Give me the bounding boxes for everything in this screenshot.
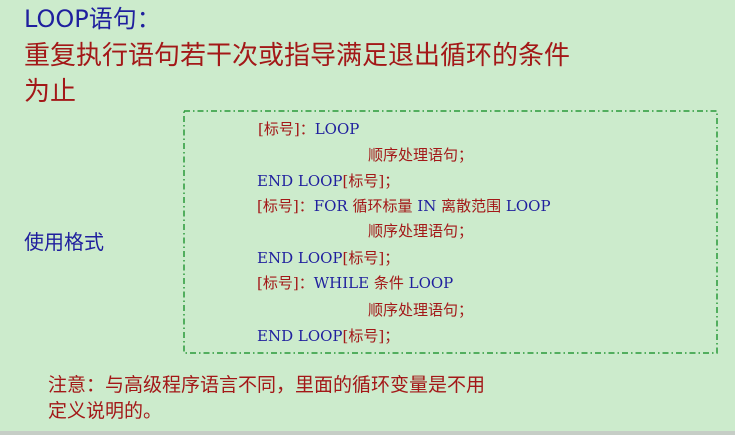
code-line-5: 顺序处理语句； xyxy=(368,221,473,241)
code-label: [标号]： xyxy=(257,274,314,292)
code-line-6: END LOOP[标号]； xyxy=(257,248,399,268)
code-statement: 顺序处理语句； xyxy=(368,301,474,319)
code-keyword: WHILE xyxy=(313,274,374,292)
code-line-2: 顺序处理语句； xyxy=(368,145,473,165)
note-line-2: 定义说明的。 xyxy=(48,400,163,422)
code-text: 循环标量 xyxy=(352,197,418,215)
code-keyword: FOR xyxy=(313,197,353,215)
code-statement: 顺序处理语句； xyxy=(368,222,474,240)
slide: LOOP语句： 重复执行语句若干次或指导满足退出循环的条件 为止 使用格式 [标… xyxy=(0,0,735,435)
code-line-8: 顺序处理语句； xyxy=(368,300,473,320)
code-label: [标号]； xyxy=(342,172,400,190)
code-label: [标号]； xyxy=(342,327,400,345)
syntax-box: [标号]：LOOP 顺序处理语句； END LOOP[标号]； [标号]：FOR… xyxy=(183,110,718,354)
code-text: 条件 xyxy=(373,274,409,292)
code-keyword: END LOOP xyxy=(257,249,343,267)
code-label: [标号]： xyxy=(258,120,315,138)
code-keyword: LOOP xyxy=(408,274,454,292)
code-line-4: [标号]：FOR 循环标量 IN 离散范围 LOOP xyxy=(257,196,551,216)
code-label: [标号]； xyxy=(342,249,400,267)
code-line-9: END LOOP[标号]； xyxy=(257,326,399,346)
code-keyword: LOOP xyxy=(314,120,360,138)
code-keyword: END LOOP xyxy=(257,172,343,190)
description-line-2: 为止 xyxy=(24,77,77,107)
code-text: 离散范围 xyxy=(441,197,506,215)
code-line-3: END LOOP[标号]； xyxy=(257,171,399,191)
code-statement: 顺序处理语句； xyxy=(368,146,474,164)
slide-title: LOOP语句： xyxy=(24,5,161,33)
usage-label: 使用格式 xyxy=(24,230,104,254)
code-keyword: END LOOP xyxy=(257,327,343,345)
code-label: [标号]： xyxy=(257,197,314,215)
note: 注意：与高级程序语言不同，里面的循环变量是不用 定义说明的。 xyxy=(48,372,485,424)
code-keyword: LOOP xyxy=(505,197,551,215)
bottom-strip xyxy=(0,431,735,435)
code-line-1: [标号]：LOOP xyxy=(258,119,359,139)
description-line-1: 重复执行语句若干次或指导满足退出循环的条件 xyxy=(24,41,571,71)
code-keyword: IN xyxy=(417,197,442,215)
note-line-1: 注意：与高级程序语言不同，里面的循环变量是不用 xyxy=(48,374,486,396)
description: 重复执行语句若干次或指导满足退出循环的条件 为止 xyxy=(24,38,724,110)
code-line-7: [标号]：WHILE 条件 LOOP xyxy=(257,273,453,293)
